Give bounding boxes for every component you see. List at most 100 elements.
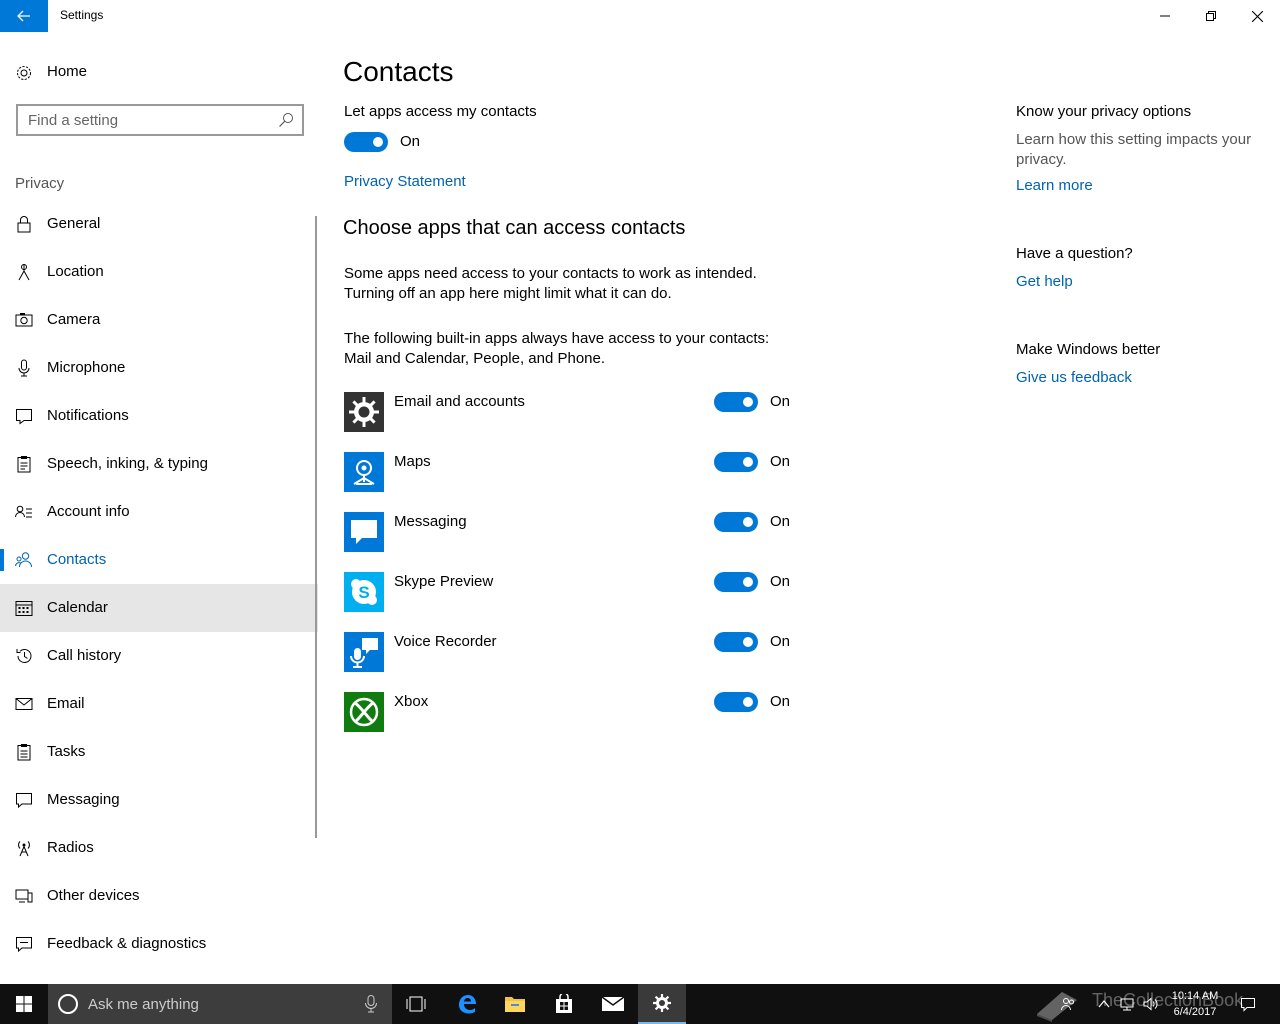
file-explorer-taskbar-button[interactable] — [491, 984, 539, 1024]
master-toggle-label: Let apps access my contacts — [344, 103, 537, 120]
people-icon[interactable] — [1060, 996, 1076, 1012]
search-input[interactable] — [18, 106, 278, 134]
task-view-button[interactable] — [392, 984, 440, 1024]
mail-icon — [15, 698, 33, 710]
search-icon[interactable] — [278, 112, 294, 128]
sidebar-item-label: Speech, inking, & typing — [47, 455, 208, 472]
sidebar-item-label: Other devices — [47, 887, 140, 904]
app-name: Email and accounts — [394, 393, 525, 410]
close-button[interactable] — [1234, 0, 1280, 32]
microphone-icon — [18, 359, 30, 377]
app-row-voice-recorder: Voice Recorder On — [344, 632, 804, 672]
app-name: Maps — [394, 453, 431, 470]
camera-icon — [15, 313, 33, 327]
sidebar-item-speech[interactable]: Speech, inking, & typing — [0, 440, 318, 488]
settings-taskbar-button[interactable] — [638, 984, 686, 1024]
windows-logo-icon — [16, 996, 32, 1012]
clock-date: 6/4/2017 — [1173, 1006, 1217, 1018]
sidebar-item-other-devices[interactable]: Other devices — [0, 872, 318, 920]
toggle-knob — [743, 457, 753, 467]
page-title: Contacts — [343, 56, 454, 87]
home-nav-item[interactable]: Home — [0, 56, 318, 88]
sidebar-scrollbar[interactable] — [315, 216, 317, 838]
location-icon — [18, 264, 30, 281]
window-title: Settings — [60, 8, 104, 22]
description-line: Turning off an app here might limit what… — [344, 285, 672, 302]
toggle-state-text: On — [770, 633, 791, 650]
volume-icon[interactable] — [1142, 996, 1158, 1012]
start-button[interactable] — [0, 984, 48, 1024]
app-name: Skype Preview — [394, 573, 494, 590]
sidebar-item-label: Tasks — [47, 743, 86, 760]
sidebar-item-label: Email — [47, 695, 85, 712]
app-toggle-email-and-accounts[interactable] — [714, 392, 758, 412]
sidebar-item-radios[interactable]: Radios — [0, 824, 318, 872]
history-icon — [16, 649, 32, 663]
question-heading: Have a question? — [1016, 245, 1133, 262]
app-row-xbox: Xbox On — [344, 692, 804, 732]
sidebar-item-microphone[interactable]: Microphone — [0, 344, 318, 392]
sidebar-item-label: Radios — [47, 839, 94, 856]
privacy-options-heading: Know your privacy options — [1016, 103, 1192, 120]
minimize-button[interactable] — [1142, 0, 1188, 32]
voice-recorder-app-icon — [344, 632, 384, 672]
toggle-knob — [373, 137, 383, 147]
close-icon — [1251, 10, 1263, 22]
get-help-link[interactable]: Get help — [1016, 273, 1073, 290]
section-label-privacy: Privacy — [15, 175, 65, 192]
builtin-apps-paragraph: The following built-in apps always have … — [344, 329, 904, 369]
sidebar-item-location[interactable]: Location — [0, 248, 318, 296]
sidebar-item-label: Location — [47, 263, 104, 280]
title-bar: Settings — [0, 0, 1280, 32]
contacts-access-toggle[interactable] — [344, 132, 388, 152]
learn-more-link[interactable]: Learn more — [1016, 177, 1093, 194]
store-taskbar-button[interactable] — [540, 984, 588, 1024]
app-toggle-skype-preview[interactable] — [714, 572, 758, 592]
sidebar-item-camera[interactable]: Camera — [0, 296, 318, 344]
sidebar-item-label: Camera — [47, 311, 101, 328]
sidebar-item-label: Call history — [47, 647, 122, 664]
app-toggle-messaging[interactable] — [714, 512, 758, 532]
app-row-skype-preview: S Skype Preview On — [344, 572, 804, 612]
task-view-icon — [406, 996, 426, 1012]
sidebar: Home Privacy General Location Camera Mic… — [0, 32, 318, 984]
sidebar-item-feedback[interactable]: Feedback & diagnostics — [0, 920, 318, 968]
app-toggle-maps[interactable] — [714, 452, 758, 472]
toggle-knob — [743, 517, 753, 527]
back-button[interactable] — [0, 0, 48, 32]
give-feedback-link[interactable]: Give us feedback — [1016, 369, 1132, 386]
skype-app-icon: S — [344, 572, 384, 612]
clock-time: 10:14 AM — [1171, 990, 1219, 1002]
app-toggle-xbox[interactable] — [714, 692, 758, 712]
mail-taskbar-button[interactable] — [589, 984, 637, 1024]
app-toggle-voice-recorder[interactable] — [714, 632, 758, 652]
messaging-app-icon — [344, 512, 384, 552]
sidebar-item-email[interactable]: Email — [0, 680, 318, 728]
sidebar-item-contacts[interactable]: Contacts — [0, 536, 318, 584]
gear-icon — [653, 994, 671, 1012]
sidebar-item-call-history[interactable]: Call history — [0, 632, 318, 680]
description-line: Some apps need access to your contacts t… — [344, 265, 757, 282]
sidebar-item-calendar[interactable]: Calendar — [0, 584, 318, 632]
clock[interactable]: 10:14 AM 6/4/2017 — [1163, 988, 1227, 1020]
sidebar-item-account-info[interactable]: Account info — [0, 488, 318, 536]
sidebar-item-tasks[interactable]: Tasks — [0, 728, 318, 776]
contacts-icon — [15, 552, 32, 568]
gear-icon — [17, 66, 31, 80]
microphone-icon[interactable] — [364, 995, 378, 1013]
lock-icon — [17, 216, 31, 233]
network-icon[interactable] — [1119, 996, 1135, 1012]
toggle-knob — [743, 397, 753, 407]
sidebar-item-messaging[interactable]: Messaging — [0, 776, 318, 824]
sidebar-item-notifications[interactable]: Notifications — [0, 392, 318, 440]
sidebar-item-general[interactable]: General — [0, 200, 318, 248]
chevron-up-icon[interactable] — [1096, 996, 1112, 1012]
windows-better-heading: Make Windows better — [1016, 341, 1161, 358]
cortana-search-box[interactable]: Ask me anything — [48, 984, 392, 1024]
edge-taskbar-button[interactable] — [443, 984, 491, 1024]
tasks-icon — [17, 744, 31, 761]
privacy-statement-link[interactable]: Privacy Statement — [344, 173, 466, 190]
action-center-icon[interactable] — [1240, 996, 1256, 1012]
taskbar: Ask me anything TheCollectionBook 10:14 … — [0, 984, 1280, 1024]
restore-button[interactable] — [1188, 0, 1234, 32]
